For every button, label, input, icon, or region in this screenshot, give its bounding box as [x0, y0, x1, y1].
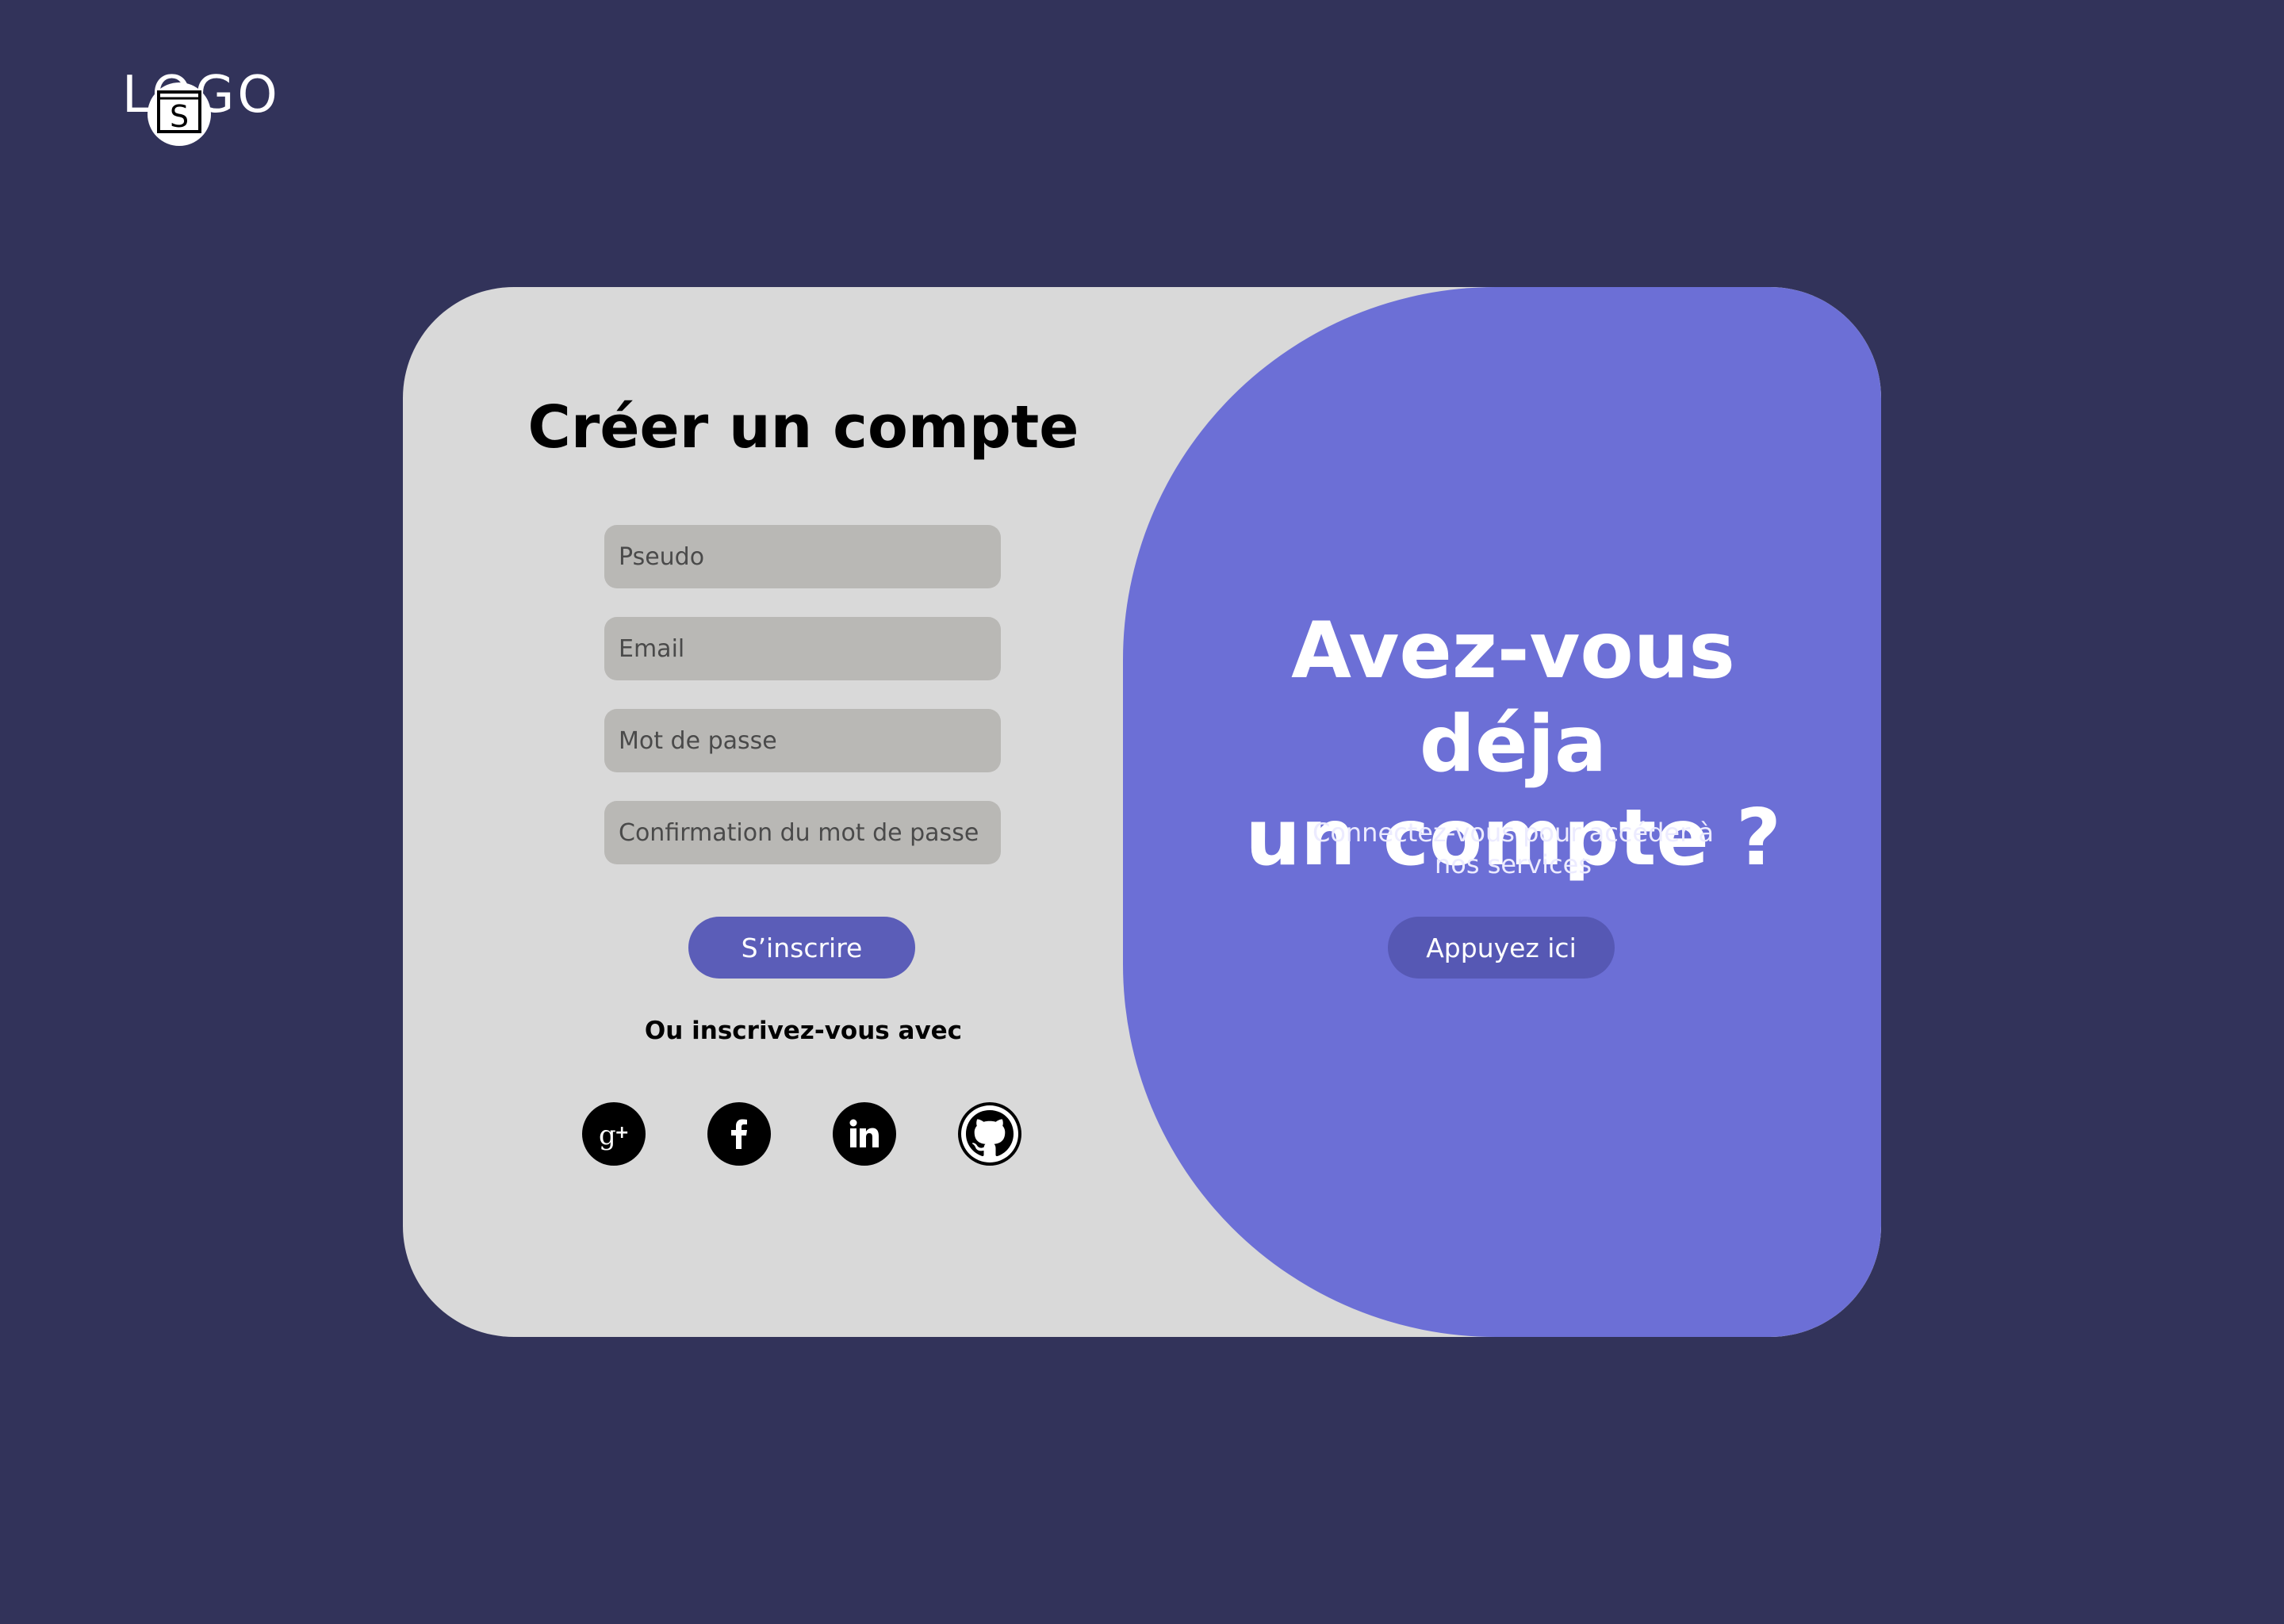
logo-badge-icon: S: [148, 82, 211, 146]
password-confirm-input[interactable]: [604, 801, 1001, 864]
svg-text:+: +: [615, 1123, 629, 1143]
email-input[interactable]: [604, 617, 1001, 680]
signup-title: Créer un compte: [527, 393, 1079, 462]
login-cta-subtitle-line1: Connectez-vous pour accéder à: [1312, 818, 1715, 848]
password-input[interactable]: [604, 709, 1001, 772]
github-icon: [961, 1105, 1018, 1162]
facebook-button[interactable]: [707, 1102, 771, 1166]
signup-button[interactable]: S’inscrire: [688, 917, 915, 979]
logo: LOGO S: [119, 70, 278, 149]
svg-text:g: g: [599, 1120, 616, 1151]
social-signup-label: Ou inscrivez-vous avec: [644, 1017, 963, 1045]
google-plus-icon: g +: [599, 1120, 629, 1151]
signup-card: Créer un compte S’inscrire Ou inscrivez-…: [403, 287, 1881, 1337]
login-cta-subtitle: Connectez-vous pour accéder à nos servic…: [1267, 817, 1759, 880]
github-button[interactable]: [958, 1102, 1021, 1166]
login-cta-title-line1: Avez-vous déja: [1291, 606, 1735, 790]
pseudo-input[interactable]: [604, 525, 1001, 588]
login-cta-subtitle-line2: nos services: [1435, 849, 1592, 879]
linkedin-icon: [849, 1119, 879, 1147]
linkedin-button[interactable]: [833, 1102, 896, 1166]
logo-badge-letter: S: [170, 99, 189, 134]
login-button[interactable]: Appuyez ici: [1388, 917, 1615, 979]
google-plus-button[interactable]: g +: [582, 1102, 646, 1166]
facebook-icon: [731, 1119, 747, 1149]
